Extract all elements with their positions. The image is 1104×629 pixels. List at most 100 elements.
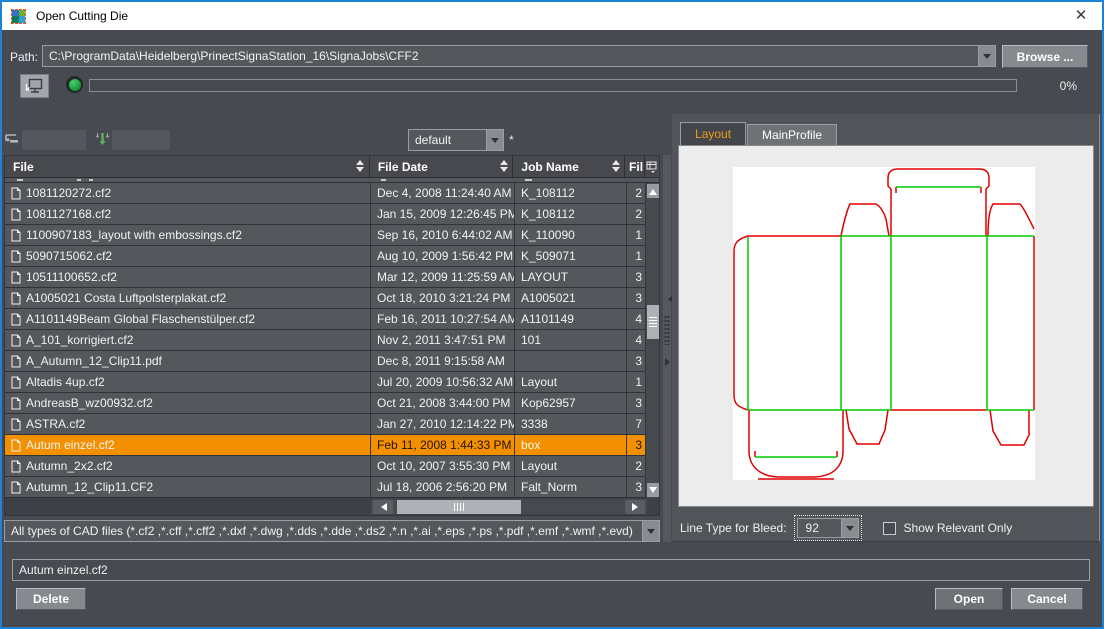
job-name: LAYOUT [515,267,627,287]
file-date: Sep 16, 2010 6:44:02 AM [371,225,515,245]
show-relevant-only-checkbox[interactable] [883,522,896,535]
preview-tabs: Layout MainProfile [680,122,837,145]
file-table-header: File File Date Job Name Fil [4,155,660,178]
files-count: 3 [627,435,647,455]
file-name: Autumn_12_Clip11.CF2 [26,480,153,494]
column-chooser-icon [646,161,658,173]
file-date: Jul 18, 2006 2:56:20 PM [371,477,515,497]
files-count: 7 [627,414,647,434]
table-row[interactable]: Autum einzel.cf2 Feb 11, 2008 1:44:33 PM… [5,435,659,456]
scroll-up-icon[interactable] [647,184,659,198]
table-row[interactable]: AndreasB_wz00932.cf2 Oct 21, 2008 3:44:0… [5,393,659,414]
delete-button[interactable]: Delete [16,588,86,610]
file-name: AndreasB_wz00932.cf2 [26,396,153,410]
file-date: Oct 21, 2008 3:44:00 PM [371,393,515,413]
table-row[interactable]: 10511100652.cf2 Mar 12, 2009 11:25:59 AM… [5,267,659,288]
path-combobox[interactable]: C:\ProgramData\Heidelberg\PrinectSignaSt… [42,45,996,67]
name-filter-icon [5,132,19,146]
file-date: Oct 18, 2010 3:21:24 PM [371,288,515,308]
column-header-file-date[interactable]: File Date [370,156,514,177]
file-icon [11,292,21,305]
column-header-files[interactable]: Fil [625,156,645,177]
column-chooser-button[interactable] [645,156,659,177]
bleed-dropdown-arrow-icon[interactable] [841,519,858,537]
horizontal-scrollbar[interactable] [371,499,647,514]
vertical-scroll-thumb[interactable] [647,305,659,339]
table-row[interactable]: A_101_korrigiert.cf2 Nov 2, 2011 3:47:51… [5,330,659,351]
file-date: Nov 2, 2011 3:47:51 PM [371,330,515,350]
name-filter-input[interactable] [22,130,86,150]
browse-button[interactable]: Browse ... [1002,45,1088,68]
file-name: A1005021 Costa Luftpolsterplakat.cf2 [26,291,226,305]
cancel-button[interactable]: Cancel [1011,588,1083,610]
path-dropdown-arrow-icon[interactable] [978,46,995,66]
table-row[interactable]: ASTRA.cf2 Jan 27, 2010 12:14:22 PM 3338 … [5,414,659,435]
close-icon[interactable]: ✕ [1072,7,1090,25]
scroll-right-icon[interactable] [625,500,645,514]
panel-splitter[interactable] [663,155,671,542]
sort-filter-input[interactable] [112,130,170,150]
path-value: C:\ProgramData\Heidelberg\PrinectSignaSt… [43,49,978,63]
preset-dropdown-arrow-icon[interactable] [486,130,503,150]
table-row[interactable]: 5090715062.cf2 Aug 10, 2009 1:56:42 PM K… [5,246,659,267]
file-icon [11,355,21,368]
file-name: A_101_korrigiert.cf2 [26,333,133,347]
table-row[interactable]: 1081120272.cf2 Dec 4, 2008 11:24:40 AM K… [5,183,659,204]
vertical-scrollbar[interactable] [645,183,659,498]
table-row[interactable]: A1101149Beam Global Flaschenstülper.cf2 … [5,309,659,330]
job-name: 101 [515,330,627,350]
table-row[interactable]: 1081127168.cf2 Jan 15, 2009 12:26:45 PM … [5,204,659,225]
bleed-line-type-combobox[interactable]: 92 [797,518,859,538]
sort-arrows-icon[interactable] [356,160,365,172]
horizontal-scroll-thumb[interactable] [397,500,521,514]
table-row[interactable]: Altadis 4up.cf2 Jul 20, 2009 10:56:32 AM… [5,372,659,393]
filename-input[interactable]: Autum einzel.cf2 [12,559,1090,581]
files-count: 4 [627,330,647,350]
file-name: Autumn_2x2.cf2 [26,459,113,473]
file-icon [11,208,21,221]
column-header-job-name[interactable]: Job Name [513,156,625,177]
files-count: 3 [627,288,647,308]
file-date: Jan 27, 2010 12:14:22 PM [371,414,515,434]
open-cutting-die-dialog: Open Cutting Die ✕ Path: C:\ProgramData\… [0,0,1104,629]
job-name: 3338 [515,414,627,434]
bleed-label: Line Type for Bleed: [680,521,787,535]
job-name: Kop62957 [515,393,627,413]
job-name: K_509071 [515,246,627,266]
file-table: File File Date Job Name Fil [4,155,660,516]
tab-layout[interactable]: Layout [680,122,746,145]
file-type-filter-combobox[interactable]: All types of CAD files (*.cf2 ,*.cff ,*.… [4,520,660,542]
network-refresh-button[interactable] [20,74,49,98]
column-header-file[interactable]: File [5,156,370,177]
table-row[interactable]: Autumn_12_Clip11.CF2 Jul 18, 2006 2:56:2… [5,477,659,498]
file-icon [11,334,21,347]
file-type-filter-value: All types of CAD files (*.cf2 ,*.cff ,*.… [5,524,642,538]
table-row[interactable]: A1005021 Costa Luftpolsterplakat.cf2 Oct… [5,288,659,309]
scroll-down-icon[interactable] [647,483,659,497]
file-name: Autum einzel.cf2 [26,438,115,452]
table-row[interactable]: 1100907183_layout with embossings.cf2 Se… [5,225,659,246]
table-row[interactable]: A_Autumn_12_Clip11.pdf Dec 8, 2011 9:15:… [5,351,659,372]
file-date: Dec 8, 2011 9:15:58 AM [371,351,515,371]
file-name: A_Autumn_12_Clip11.pdf [26,354,162,368]
file-name: 10511100652.cf2 [26,270,117,284]
preset-combobox[interactable]: default [408,129,504,151]
file-icon [11,313,21,326]
files-count: 2 [627,456,647,476]
file-name: Altadis 4up.cf2 [26,375,105,389]
preview-sheet [733,167,1035,480]
sort-arrows-icon[interactable] [499,160,508,172]
horizontal-scrollbar-row [4,498,660,516]
files-count: 1 [627,246,647,266]
splitter-grip[interactable] [664,315,670,345]
file-icon [11,271,21,284]
files-count: 3 [627,267,647,287]
open-button[interactable]: Open [935,588,1003,610]
tab-mainprofile[interactable]: MainProfile [747,124,837,145]
sort-arrows-icon[interactable] [611,160,620,172]
file-date: Feb 11, 2008 1:44:33 PM [371,435,515,455]
scroll-left-icon[interactable] [373,500,393,514]
progress-bar [89,79,1017,92]
file-type-dropdown-arrow-icon[interactable] [642,521,659,541]
table-row[interactable]: Autumn_2x2.cf2 Oct 10, 2007 3:55:30 PM L… [5,456,659,477]
